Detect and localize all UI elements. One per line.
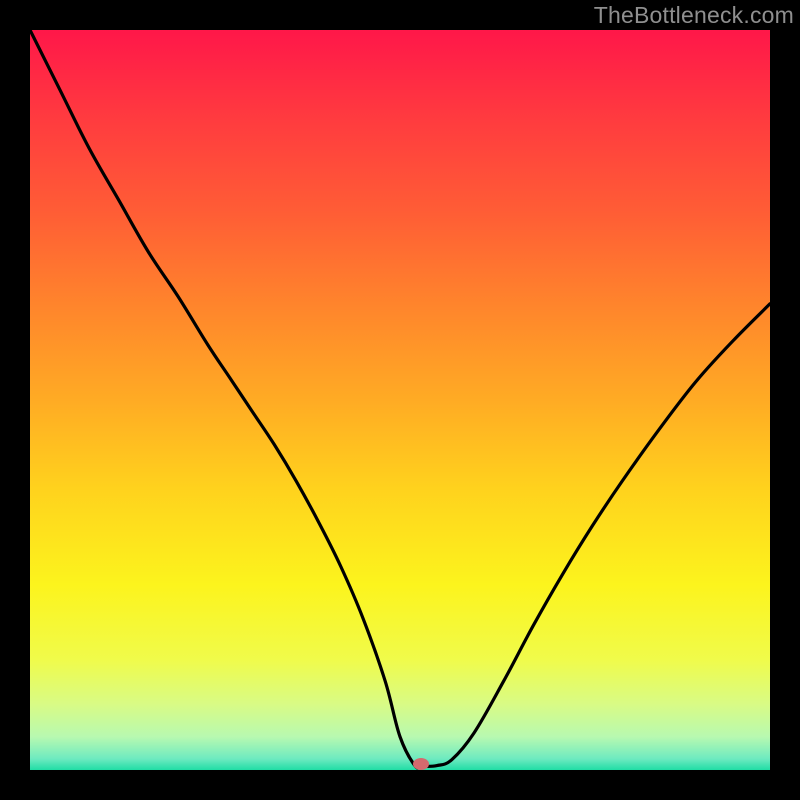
- minimum-marker: [413, 758, 429, 770]
- watermark-label: TheBottleneck.com: [594, 2, 794, 29]
- chart-stage: TheBottleneck.com: [0, 0, 800, 800]
- chart-svg: [0, 0, 800, 800]
- plot-background: [30, 30, 770, 770]
